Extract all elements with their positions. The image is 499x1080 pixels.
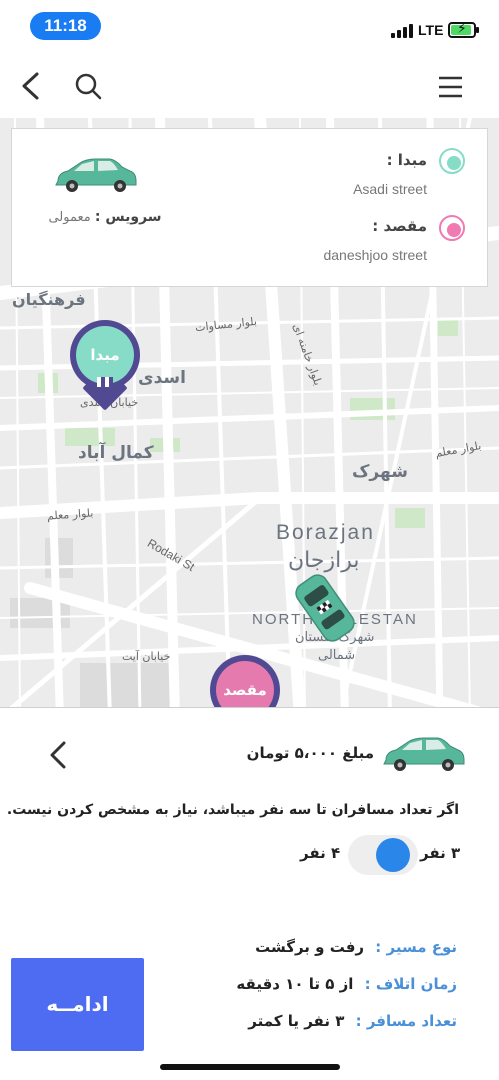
map-label-asadi: اسدی bbox=[138, 368, 186, 388]
wait-time-row: زمان اتلاف : از ۵ تا ۱۰ دقیقه bbox=[236, 975, 457, 993]
route-card: سرویس : معمولی مبدا : Asadi street مقصد … bbox=[11, 128, 488, 287]
bottom-sheet: مبلغ ۵،۰۰۰ تومان اگر تعداد مسافران تا سه… bbox=[0, 707, 499, 1080]
origin-dot-icon bbox=[439, 148, 465, 174]
passengers-row: تعداد مسافر : ۳ نفر یا کمتر bbox=[248, 1012, 457, 1030]
chevron-left-icon[interactable] bbox=[38, 735, 78, 775]
destination-value[interactable]: daneshjoo street bbox=[323, 247, 427, 263]
service-label: سرویس : bbox=[94, 209, 162, 225]
map-label-shahrak: شهرک bbox=[352, 462, 408, 482]
taxi-car-icon bbox=[380, 734, 468, 778]
map-label-kamal-abad: کمال آباد bbox=[78, 443, 154, 463]
passenger-count-toggle[interactable] bbox=[348, 835, 418, 875]
battery-icon: ⚡ bbox=[448, 21, 479, 38]
toggle-knob[interactable] bbox=[376, 838, 410, 872]
taxi-checker-icon bbox=[97, 377, 113, 387]
route-type-row: نوع مسیر : رفت و برگشت bbox=[255, 938, 457, 956]
origin-value[interactable]: Asadi street bbox=[353, 181, 427, 197]
destination-label: مقصد : bbox=[372, 217, 427, 235]
route-type-value: رفت و برگشت bbox=[255, 938, 365, 956]
status-time: 11:18 bbox=[30, 12, 101, 40]
map-label-borazjan-en: Borazjan bbox=[276, 521, 375, 544]
origin-pin[interactable]: مبدا bbox=[70, 320, 140, 411]
map-label-farhangian: فرهنگیان bbox=[12, 290, 86, 309]
map-label-khiaban-ayat: خیابان آیت bbox=[122, 650, 171, 663]
origin-label: مبدا : bbox=[386, 151, 427, 169]
network-type: LTE bbox=[418, 22, 444, 38]
destination-dot-icon bbox=[439, 215, 465, 241]
taxi-car-icon bbox=[52, 155, 138, 199]
chevron-left-icon[interactable] bbox=[10, 64, 54, 108]
continue-button[interactable]: ادامــه bbox=[11, 958, 144, 1051]
passenger-info-text: اگر تعداد مسافران تا سه نفر میباشد، نیاز… bbox=[6, 802, 459, 818]
route-type-label: نوع مسیر : bbox=[375, 938, 457, 956]
option-four-passengers[interactable]: ۴ نفر bbox=[300, 844, 340, 862]
fare-price: مبلغ ۵،۰۰۰ تومان bbox=[246, 744, 374, 762]
service-value: معمولی bbox=[48, 210, 91, 225]
origin-pin-label: مبدا bbox=[76, 326, 134, 384]
wait-time-value: از ۵ تا ۱۰ دقیقه bbox=[236, 975, 354, 993]
signal-icon bbox=[391, 24, 413, 38]
passengers-value: ۳ نفر یا کمتر bbox=[248, 1012, 345, 1030]
hamburger-menu-icon[interactable] bbox=[428, 64, 472, 108]
wait-time-label: زمان اتلاف : bbox=[364, 975, 457, 993]
option-three-passengers[interactable]: ۳ نفر bbox=[420, 844, 460, 862]
nav-bar bbox=[0, 52, 499, 122]
status-bar: 11:18 LTE ⚡ bbox=[0, 0, 499, 52]
passengers-label: تعداد مسافر : bbox=[355, 1012, 457, 1030]
service-type: سرویس : معمولی bbox=[40, 209, 170, 225]
home-indicator[interactable] bbox=[160, 1064, 340, 1070]
search-icon[interactable] bbox=[66, 64, 110, 108]
